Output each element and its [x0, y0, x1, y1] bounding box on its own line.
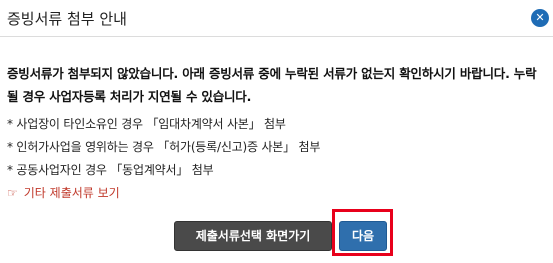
- list-item: * 사업장이 타인소유인 경우 「임대차계약서 사본」 첨부: [7, 117, 286, 131]
- next-button[interactable]: 다음: [339, 221, 387, 251]
- pointing-hand-icon: ☞: [7, 186, 18, 200]
- dialog-title: 증빙서류 첨부 안내: [7, 10, 127, 28]
- header-divider: [0, 36, 553, 37]
- list-item: * 인허가사업을 영위하는 경우 「허가(등록/신고)증 사본」 첨부: [7, 140, 321, 154]
- other-documents-label: 기타 제출서류 보기: [23, 186, 120, 200]
- notice-text: 증빙서류가 첨부되지 않았습니다. 아래 증빙서류 중에 누락된 서류가 없는지…: [7, 66, 537, 104]
- required-documents-list: * 사업장이 타인소유인 경우 「임대차계약서 사본」 첨부 * 인허가사업을 …: [7, 113, 547, 205]
- dialog-header: 증빙서류 첨부 안내 ✕: [0, 0, 553, 36]
- list-item: * 공동사업자인 경우 「동업계약서」 첨부: [7, 163, 214, 177]
- close-icon[interactable]: ✕: [531, 9, 549, 27]
- other-documents-link[interactable]: ☞ 기타 제출서류 보기: [7, 182, 547, 205]
- select-documents-screen-button[interactable]: 제출서류선택 화면가기: [174, 221, 332, 251]
